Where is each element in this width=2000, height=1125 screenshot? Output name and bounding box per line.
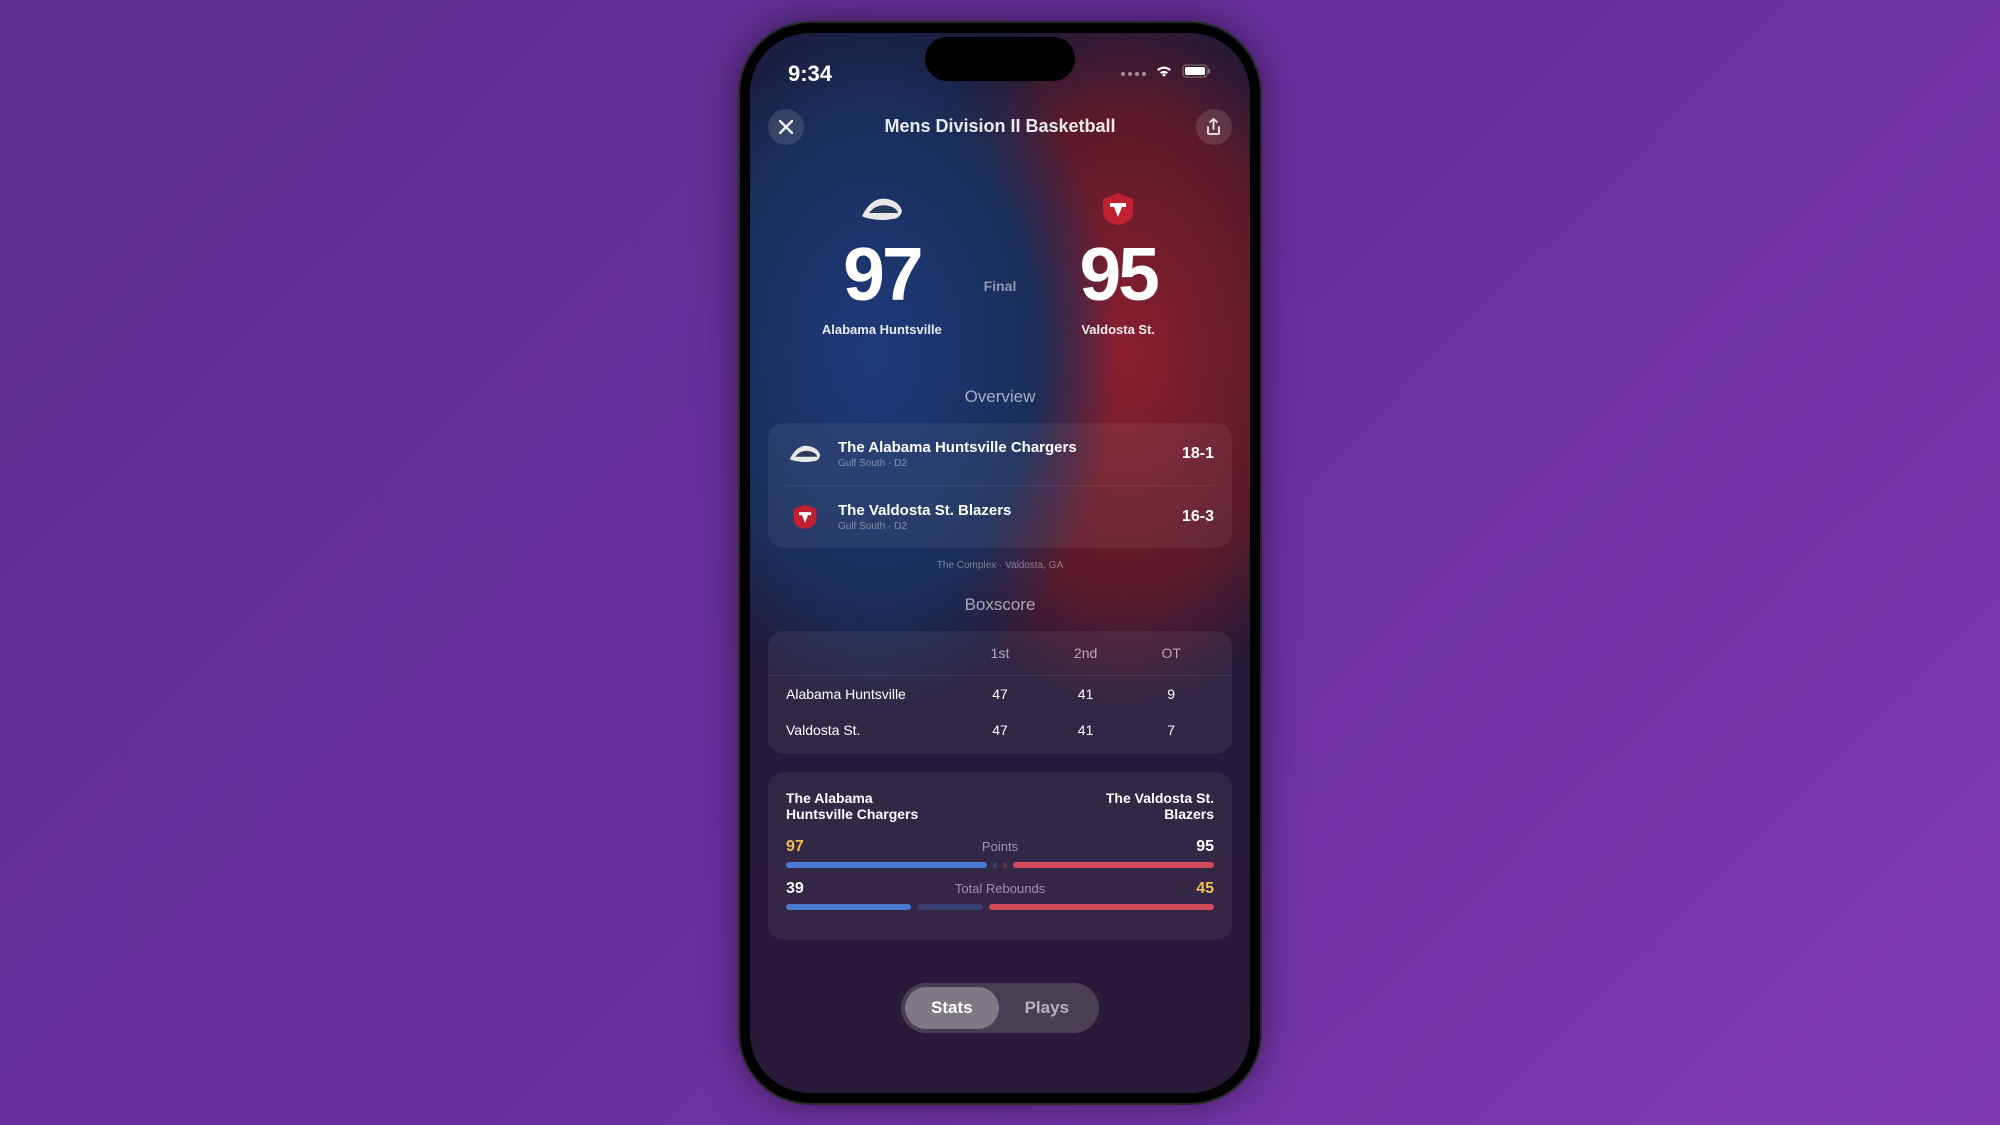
boxscore-row: Alabama Huntsville 47 41 9 bbox=[768, 676, 1232, 712]
home-team-score: 97 Alabama Huntsville bbox=[780, 191, 984, 337]
stat-value-left: 97 bbox=[786, 838, 804, 856]
home-team-logo bbox=[857, 191, 907, 227]
stat-row: 39 Total Rebounds 45 bbox=[786, 880, 1214, 910]
score-cell: 9 bbox=[1128, 686, 1214, 702]
stat-bars bbox=[786, 904, 1214, 910]
stats-card: The Alabama Huntsville Chargers The Vald… bbox=[768, 772, 1232, 940]
team-record: 16-3 bbox=[1182, 508, 1214, 526]
screen: 9:34 Mens Division II Basketball bbox=[750, 33, 1250, 1093]
close-icon bbox=[779, 120, 793, 134]
status-icons bbox=[1121, 64, 1212, 83]
team-cell: Alabama Huntsville bbox=[786, 686, 957, 702]
battery-icon bbox=[1182, 64, 1212, 83]
wifi-icon bbox=[1154, 64, 1174, 83]
stat-label: Points bbox=[982, 839, 1018, 854]
tabs-control: Stats Plays bbox=[901, 983, 1099, 1033]
share-button[interactable] bbox=[1196, 109, 1232, 145]
stat-value-left: 39 bbox=[786, 880, 804, 898]
cellular-icon bbox=[1121, 72, 1146, 76]
score-cell: 47 bbox=[957, 686, 1043, 702]
team-meta: Gulf South · D2 bbox=[838, 521, 1168, 532]
period-label: OT bbox=[1128, 645, 1214, 661]
score-cell: 7 bbox=[1128, 722, 1214, 738]
stat-value-right: 45 bbox=[1196, 880, 1214, 898]
team-meta: Gulf South · D2 bbox=[838, 458, 1168, 469]
period-label: 2nd bbox=[1043, 645, 1129, 661]
away-team-score: 95 Valdosta St. bbox=[1016, 191, 1220, 337]
tab-plays[interactable]: Plays bbox=[999, 987, 1095, 1029]
stats-header: The Alabama Huntsville Chargers The Vald… bbox=[786, 790, 1214, 822]
score-cell: 47 bbox=[957, 722, 1043, 738]
overview-card: The Alabama Huntsville Chargers Gulf Sou… bbox=[768, 423, 1232, 548]
close-button[interactable] bbox=[768, 109, 804, 145]
overview-title: Overview bbox=[750, 387, 1250, 407]
team-full-name: The Valdosta St. Blazers bbox=[838, 502, 1168, 519]
overview-team-row[interactable]: The Alabama Huntsville Chargers Gulf Sou… bbox=[768, 423, 1232, 485]
stat-value-right: 95 bbox=[1196, 838, 1214, 856]
overview-team-row[interactable]: The Valdosta St. Blazers Gulf South · D2… bbox=[768, 486, 1232, 548]
stats-team-left: The Alabama Huntsville Chargers bbox=[786, 790, 936, 822]
venue-label: The Complex · Valdosta, GA bbox=[750, 560, 1250, 571]
boxscore-header: 1st 2nd OT bbox=[768, 631, 1232, 676]
boxscore-card: 1st 2nd OT Alabama Huntsville 47 41 9 Va… bbox=[768, 631, 1232, 754]
status-time: 9:34 bbox=[788, 61, 832, 87]
score-cell: 41 bbox=[1043, 686, 1129, 702]
away-team-logo bbox=[1093, 191, 1143, 227]
team-cell: Valdosta St. bbox=[786, 722, 957, 738]
dynamic-island bbox=[925, 37, 1075, 81]
team-record: 18-1 bbox=[1182, 445, 1214, 463]
home-score: 97 bbox=[843, 237, 920, 312]
game-status: Final bbox=[984, 234, 1017, 294]
share-icon bbox=[1206, 118, 1221, 136]
tab-stats[interactable]: Stats bbox=[905, 987, 999, 1029]
away-team-logo bbox=[786, 503, 824, 531]
team-full-name: The Alabama Huntsville Chargers bbox=[838, 439, 1168, 456]
away-score: 95 bbox=[1079, 237, 1156, 312]
period-label: 1st bbox=[957, 645, 1043, 661]
home-team-name: Alabama Huntsville bbox=[822, 322, 942, 337]
away-team-name: Valdosta St. bbox=[1081, 322, 1155, 337]
page-header: Mens Division II Basketball bbox=[750, 93, 1250, 161]
phone-frame: 9:34 Mens Division II Basketball bbox=[740, 23, 1260, 1103]
score-section: 97 Alabama Huntsville Final 95 Valdosta … bbox=[750, 161, 1250, 367]
stat-bars bbox=[786, 862, 1214, 868]
boxscore-title: Boxscore bbox=[750, 595, 1250, 615]
stat-label: Total Rebounds bbox=[955, 881, 1045, 896]
home-team-logo bbox=[786, 440, 824, 468]
stats-team-right: The Valdosta St. Blazers bbox=[1064, 790, 1214, 822]
score-cell: 41 bbox=[1043, 722, 1129, 738]
boxscore-row: Valdosta St. 47 41 7 bbox=[768, 712, 1232, 754]
page-title: Mens Division II Basketball bbox=[884, 116, 1115, 137]
stat-row: 97 Points 95 bbox=[786, 838, 1214, 868]
